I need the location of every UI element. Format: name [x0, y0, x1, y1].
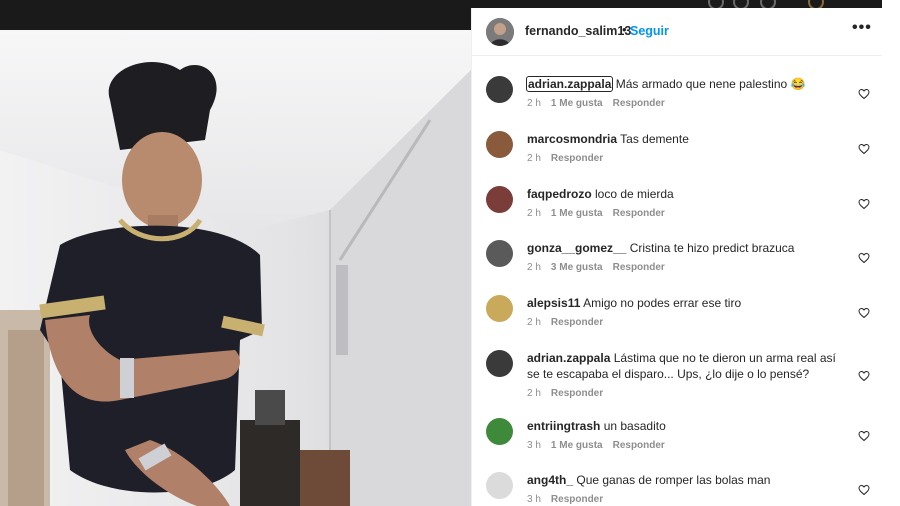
like-heart-icon[interactable]	[858, 484, 870, 496]
comment-username[interactable]: marcosmondria	[527, 132, 617, 146]
comment-body: alepsis11 Amigo no podes errar ese tiro	[527, 295, 847, 311]
comment-likes[interactable]: 3 Me gusta	[551, 262, 603, 273]
reply-button[interactable]: Responder	[551, 494, 603, 505]
post-header: fernando_salim13 • Seguir •••	[472, 8, 883, 56]
comment-meta: 2 h Responder	[527, 153, 613, 164]
comment-meta: 2 h 3 Me gusta Responder	[527, 262, 675, 273]
author-username[interactable]: fernando_salim13	[525, 24, 631, 38]
reply-button[interactable]: Responder	[613, 440, 665, 451]
like-heart-icon[interactable]	[858, 430, 870, 442]
comment-text: un basadito	[603, 419, 666, 433]
comment-text: Amigo no podes errar ese tiro	[583, 296, 742, 310]
comment-body: marcosmondria Tas demente	[527, 131, 847, 147]
commenter-avatar[interactable]	[486, 186, 513, 213]
comment-text: loco de mierda	[595, 187, 674, 201]
comment-meta: 3 h 1 Me gusta Responder	[527, 440, 675, 451]
like-heart-icon[interactable]	[858, 88, 870, 100]
comment-time[interactable]: 2 h	[527, 208, 541, 219]
reply-button[interactable]: Responder	[613, 98, 665, 109]
comment-body: gonza__gomez__ Cristina te hizo predict …	[527, 240, 847, 256]
comment-time[interactable]: 2 h	[527, 388, 541, 399]
post-photo-illustration	[0, 30, 471, 506]
comment-time[interactable]: 2 h	[527, 317, 541, 328]
post-photo	[0, 30, 471, 506]
header-separator: •	[622, 22, 627, 37]
comment-meta: 2 h Responder	[527, 317, 613, 328]
comment-username[interactable]: entriingtrash	[527, 419, 600, 433]
comment-text: Tas demente	[620, 132, 689, 146]
follow-button[interactable]: Seguir	[630, 24, 669, 38]
author-avatar[interactable]	[486, 18, 514, 46]
comment-username[interactable]: faqpedrozo	[527, 187, 592, 201]
comment-text: Cristina te hizo predict brazuca	[629, 241, 795, 255]
comment-text: Que ganas de romper las bolas man	[576, 473, 771, 487]
commenter-avatar[interactable]	[486, 76, 513, 103]
comment-username[interactable]: adrian.zappala	[527, 351, 610, 365]
reply-button[interactable]: Responder	[613, 208, 665, 219]
like-heart-icon[interactable]	[858, 143, 870, 155]
commenter-avatar[interactable]	[486, 350, 513, 377]
comment-meta: 2 h 1 Me gusta Responder	[527, 208, 675, 219]
commenter-avatar[interactable]	[486, 418, 513, 445]
like-heart-icon[interactable]	[858, 198, 870, 210]
comments-panel: fernando_salim13 • Seguir ••• adrian.zap…	[471, 8, 883, 506]
commenter-avatar[interactable]	[486, 131, 513, 158]
like-heart-icon[interactable]	[858, 252, 870, 264]
comment-meta: 2 h 1 Me gusta Responder	[527, 98, 675, 109]
reply-button[interactable]: Responder	[551, 317, 603, 328]
reply-button[interactable]: Responder	[551, 153, 603, 164]
commenter-avatar[interactable]	[486, 240, 513, 267]
panel-edge	[882, 0, 900, 506]
comment-body: entriingtrash un basadito	[527, 418, 847, 434]
comment-body: ang4th_ Que ganas de romper las bolas ma…	[527, 472, 847, 488]
comment-body: faqpedrozo loco de mierda	[527, 186, 847, 202]
comment-meta: 2 h Responder	[527, 388, 613, 399]
comment-body: adrian.zappala Más armado que nene pales…	[525, 76, 847, 92]
comment-time[interactable]: 3 h	[527, 494, 541, 505]
like-heart-icon[interactable]	[858, 370, 870, 382]
comment-username[interactable]: adrian.zappala	[525, 76, 614, 92]
comment-time[interactable]: 3 h	[527, 440, 541, 451]
comment-username[interactable]: ang4th_	[527, 473, 573, 487]
comment-time[interactable]: 2 h	[527, 262, 541, 273]
reply-button[interactable]: Responder	[551, 388, 603, 399]
comment-meta: 3 h Responder	[527, 494, 613, 505]
commenter-avatar[interactable]	[486, 295, 513, 322]
comment-time[interactable]: 2 h	[527, 98, 541, 109]
comment-time[interactable]: 2 h	[527, 153, 541, 164]
comment-text: Más armado que nene palestino 😂	[615, 77, 806, 91]
more-options-icon[interactable]: •••	[852, 19, 872, 37]
commenter-avatar[interactable]	[486, 472, 513, 499]
like-heart-icon[interactable]	[858, 307, 870, 319]
comment-body: adrian.zappala Lástima que no te dieron …	[527, 350, 847, 382]
comment-likes[interactable]: 1 Me gusta	[551, 208, 603, 219]
comment-username[interactable]: gonza__gomez__	[527, 241, 626, 255]
reply-button[interactable]: Responder	[613, 262, 665, 273]
comment-likes[interactable]: 1 Me gusta	[551, 98, 603, 109]
comment-likes[interactable]: 1 Me gusta	[551, 440, 603, 451]
comment-username[interactable]: alepsis11	[527, 296, 580, 310]
